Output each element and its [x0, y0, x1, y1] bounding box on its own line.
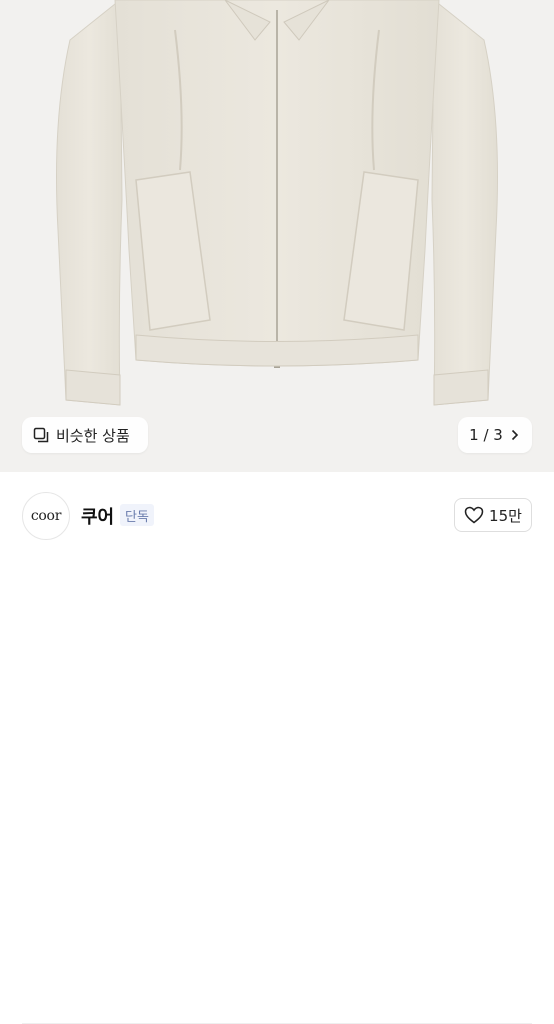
- similar-items-icon: [32, 426, 50, 444]
- chevron-right-icon: [511, 429, 521, 441]
- like-count: 15만: [489, 506, 522, 525]
- jacket-illustration: [56, 0, 498, 406]
- shop-name[interactable]: 쿠어: [81, 503, 114, 529]
- exclusive-badge: 단독: [120, 504, 154, 526]
- image-counter-button[interactable]: 1 / 3: [458, 417, 532, 453]
- product-photo[interactable]: [0, 0, 554, 472]
- similar-items-label: 비슷한 상품: [56, 426, 130, 445]
- heart-outline-icon: [464, 506, 484, 524]
- like-button[interactable]: 15만: [454, 498, 532, 532]
- shop-logo-text: coor: [30, 508, 62, 524]
- shop-logo[interactable]: coor: [22, 492, 70, 540]
- image-counter-text: 1 / 3: [469, 426, 503, 444]
- similar-items-button[interactable]: 비슷한 상품: [22, 417, 148, 453]
- shop-info-bar: coor 쿠어 단독 15만: [0, 472, 554, 1024]
